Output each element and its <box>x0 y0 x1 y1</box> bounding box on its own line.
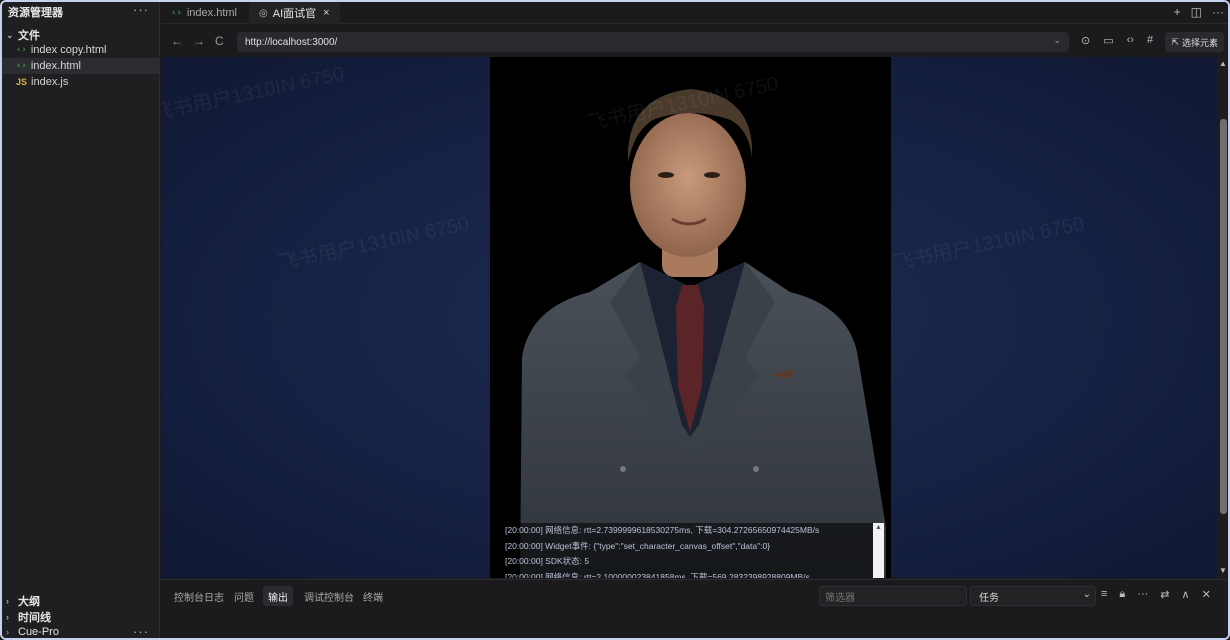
pin-icon[interactable]: ⊙ <box>1081 34 1090 47</box>
project-more-icon[interactable]: ··· <box>133 624 149 638</box>
scroll-thumb[interactable] <box>1220 119 1227 514</box>
filter-input[interactable]: 筛选器 <box>819 586 967 606</box>
watermark: 飞书用户1310IN 6750 <box>161 62 347 125</box>
html-file-icon: ‹› <box>16 45 27 55</box>
tab-debug-console[interactable]: 调试控制台 <box>299 586 359 606</box>
word-wrap-icon[interactable]: ≡ <box>1101 588 1107 601</box>
scroll-up-icon[interactable]: ▲ <box>875 524 882 531</box>
tab-problems[interactable]: 问题 <box>229 586 259 606</box>
digital-human-video: 飞书用户1310IN 6750 [20:00:00] 网络信息: rtt=2.7… <box>490 57 891 578</box>
close-icon[interactable]: × <box>323 7 329 19</box>
scroll-down-icon[interactable]: ▼ <box>1219 566 1227 575</box>
outline-label: 大纲 <box>18 596 40 608</box>
panel-toolbar: ≡ 🔒︎ ··· ⇄ ∧ ✕ <box>1101 588 1211 601</box>
lock-icon[interactable]: 🔒︎ <box>1119 588 1125 601</box>
explorer-more-icon[interactable]: ··· <box>133 2 149 17</box>
chevron-right-icon: › <box>6 612 9 622</box>
hash-icon[interactable]: # <box>1147 34 1153 47</box>
split-editor-icon[interactable]: ◫ <box>1191 5 1202 19</box>
tab-index-html[interactable]: ‹› index.html <box>161 2 247 24</box>
code-icon[interactable]: ‹› <box>1127 34 1134 47</box>
outline-section[interactable]: › 大纲 <box>6 593 40 609</box>
tab-label: index.html <box>186 7 237 19</box>
timeline-label: 时间线 <box>18 612 51 624</box>
app-window: 资源管理器 ··· ⌄ 文件 ‹› index copy.html ‹› ind… <box>0 0 1230 640</box>
filter-placeholder: 筛选器 <box>825 592 855 604</box>
file-name: index.html <box>30 60 81 72</box>
html-file-icon: ‹› <box>16 61 27 71</box>
task-select[interactable]: 任务 ⌄ <box>970 586 1096 606</box>
tab-ai-interviewer[interactable]: ◎ AI面试官 × <box>249 2 340 24</box>
select-element-button[interactable]: ⇱ 选择元素 <box>1165 32 1224 52</box>
tab-actions: + ◫ ··· <box>1174 5 1224 19</box>
folder-files[interactable]: ⌄ 文件 <box>6 27 40 43</box>
file-item-index-js[interactable]: JS index.js <box>2 74 159 90</box>
project-section[interactable]: › Cue-Pro <box>6 626 59 638</box>
bottom-panel: 控制台日志 问题 输出 调试控制台 终端 筛选器 任务 ⌄ ≡ 🔒︎ ··· ⇄… <box>161 579 1228 638</box>
maximize-panel-icon[interactable]: ∧ <box>1182 588 1190 601</box>
watermark: 飞书用户1310IN 6750 <box>276 212 472 275</box>
chevron-down-icon: ⌄ <box>6 29 14 40</box>
log-line: [20:00:00] 网络信息: rtt=2.7399999618530275m… <box>505 525 820 535</box>
chevron-down-icon[interactable]: ⌄ <box>1053 35 1061 46</box>
preview-eye-icon: ◎ <box>259 7 268 19</box>
tab-label: AI面试官 <box>272 8 317 20</box>
explorer-sidebar: 资源管理器 ··· ⌄ 文件 ‹› index copy.html ‹› ind… <box>2 2 160 638</box>
js-file-icon: JS <box>16 77 28 87</box>
chevron-right-icon: › <box>6 596 9 606</box>
settings-toggle-icon[interactable]: ⇄ <box>1160 588 1169 601</box>
chevron-down-icon: ⌄ <box>1082 589 1091 600</box>
reload-icon[interactable]: C <box>215 34 224 48</box>
url-input[interactable]: http://localhost:3000/ ⌄ <box>237 32 1069 52</box>
url-text: http://localhost:3000/ <box>245 36 338 48</box>
folder-label: 文件 <box>18 30 40 42</box>
watermark: 飞书用户1310IN 6750 <box>891 212 1087 275</box>
log-overlay[interactable]: [20:00:00] 网络信息: rtt=2.7399999618530275m… <box>499 523 884 578</box>
explorer-title: 资源管理器 <box>8 7 63 19</box>
more-icon[interactable]: ··· <box>1137 588 1148 601</box>
editor-tabbar: ‹› index.html ◎ AI面试官 × + ◫ ··· <box>161 2 1228 24</box>
tab-terminal[interactable]: 终端 <box>358 586 388 606</box>
forward-icon[interactable]: → <box>193 34 205 48</box>
log-line: [20:00:00] Widget事件: {"type":"set_charac… <box>505 540 771 551</box>
log-scrollbar[interactable]: ▲ <box>873 523 884 578</box>
cursor-icon: ⇱ <box>1171 36 1179 47</box>
file-name: index.js <box>31 76 69 88</box>
avatar-figure <box>520 89 886 578</box>
tab-output[interactable]: 输出 <box>263 586 293 606</box>
add-icon[interactable]: + <box>1174 5 1181 19</box>
log-line: [20:00:00] 网络信息: rtt=2.100000023841858ms… <box>505 571 810 579</box>
more-icon[interactable]: ··· <box>1212 5 1224 19</box>
file-item-index-html[interactable]: ‹› index.html <box>2 58 159 74</box>
file-name: index copy.html <box>30 44 107 56</box>
nav-toolbar: ⊙ ▭ ‹› # <box>1081 34 1153 47</box>
html-file-icon: ‹› <box>171 8 182 18</box>
file-item-index-copy[interactable]: ‹› index copy.html <box>2 42 159 58</box>
preview-scrollbar[interactable]: ▲ ▼ <box>1217 57 1228 578</box>
chevron-right-icon: › <box>6 627 9 637</box>
browser-navbar: ← → C http://localhost:3000/ ⌄ ⊙ ▭ ‹› # … <box>161 28 1228 56</box>
task-select-value: 任务 <box>979 592 999 604</box>
select-element-label: 选择元素 <box>1181 37 1218 48</box>
device-icon[interactable]: ▭ <box>1103 34 1113 47</box>
tab-console-log[interactable]: 控制台日志 <box>169 586 229 606</box>
timeline-section[interactable]: › 时间线 <box>6 609 51 625</box>
log-line: [20:00:00] SDK状态: 5 <box>505 556 590 566</box>
close-panel-icon[interactable]: ✕ <box>1202 588 1211 601</box>
back-icon[interactable]: ← <box>171 34 183 48</box>
scroll-up-icon[interactable]: ▲ <box>1219 59 1227 68</box>
browser-preview: 飞书用户1310IN 6750 飞书用户1310IN 6750 飞书用户1310… <box>161 57 1217 578</box>
project-label: Cue-Pro <box>18 626 59 638</box>
